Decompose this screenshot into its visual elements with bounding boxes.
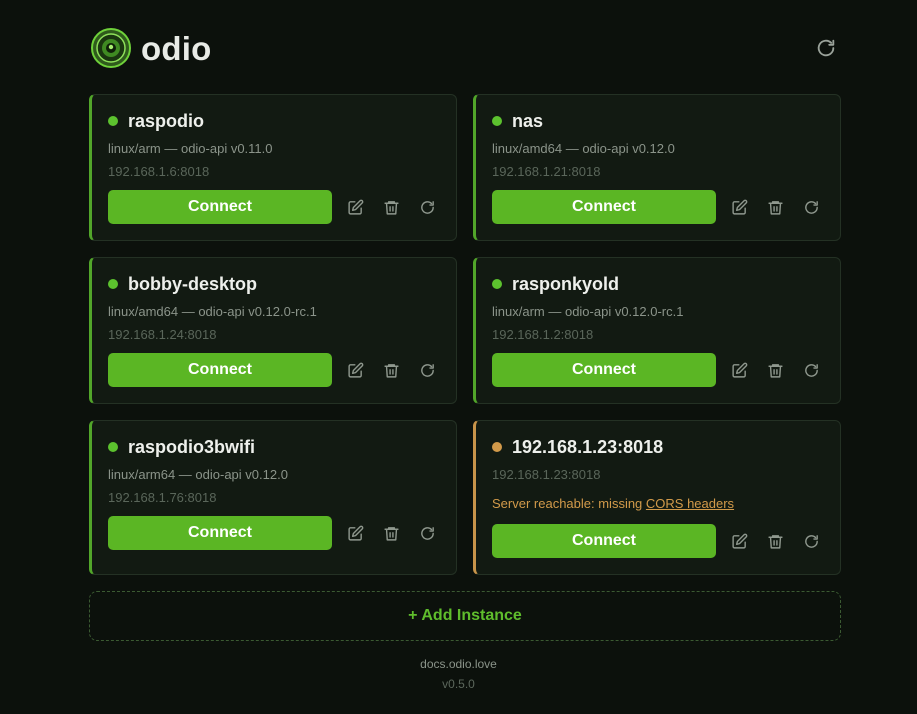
edit-icon[interactable] <box>729 360 749 380</box>
instance-name: raspodio <box>128 110 205 131</box>
edit-icon[interactable] <box>345 360 365 380</box>
refresh-icon[interactable] <box>801 360 821 380</box>
instance-name: rasponkyold <box>512 273 620 294</box>
instance-name: bobby-desktop <box>128 273 257 294</box>
refresh-icon[interactable] <box>417 197 437 217</box>
instance-card: nas linux/amd64 — odio-api v0.12.0 192.1… <box>473 94 841 241</box>
status-online-dot <box>492 116 502 126</box>
trash-icon[interactable] <box>381 197 401 217</box>
status-online-dot <box>108 116 118 126</box>
docs-link[interactable]: docs.odio.love <box>0 657 917 671</box>
warning-text: Server reachable: missing <box>492 496 646 511</box>
instance-name: raspodio3bwifi <box>128 436 256 457</box>
instance-meta: linux/arm — odio-api v0.11.0 <box>108 141 273 156</box>
instance-card: rasponkyold linux/arm — odio-api v0.12.0… <box>473 257 841 404</box>
refresh-icon[interactable] <box>417 523 437 543</box>
cors-warning: Server reachable: missing CORS headers <box>492 496 824 511</box>
trash-icon[interactable] <box>765 197 785 217</box>
trash-icon[interactable] <box>381 360 401 380</box>
instance-meta: linux/arm64 — odio-api v0.12.0 <box>108 467 288 482</box>
connect-button[interactable]: Connect <box>108 353 332 387</box>
instance-address: 192.168.1.2:8018 <box>492 327 594 342</box>
status-online-dot <box>108 279 118 289</box>
refresh-icon[interactable] <box>801 197 821 217</box>
edit-icon[interactable] <box>345 197 365 217</box>
app-title: odio <box>141 30 212 67</box>
instance-card-warning: 192.168.1.23:8018 192.168.1.23:8018 Serv… <box>473 420 841 575</box>
connect-button[interactable]: Connect <box>108 516 332 550</box>
connect-button[interactable]: Connect <box>492 524 716 558</box>
instance-meta: linux/arm — odio-api v0.12.0-rc.1 <box>492 304 684 319</box>
connect-button[interactable]: Connect <box>492 190 716 224</box>
instance-name: nas <box>512 110 544 131</box>
add-instance-button[interactable]: + Add Instance <box>89 591 841 641</box>
status-online-dot <box>492 279 502 289</box>
app-header: odio <box>89 27 841 69</box>
instance-card: bobby-desktop linux/amd64 — odio-api v0.… <box>89 257 457 404</box>
status-online-dot <box>108 442 118 452</box>
edit-icon[interactable] <box>729 197 749 217</box>
instance-card: raspodio3bwifi linux/arm64 — odio-api v0… <box>89 420 457 575</box>
trash-icon[interactable] <box>765 360 785 380</box>
instance-address: 192.168.1.6:8018 <box>108 164 210 179</box>
refresh-icon[interactable] <box>801 531 821 551</box>
instance-grid: raspodio linux/arm — odio-api v0.11.0 19… <box>89 94 841 575</box>
instance-address: 192.168.1.21:8018 <box>492 164 601 179</box>
status-warning-dot <box>492 442 502 452</box>
refresh-icon[interactable] <box>815 37 837 59</box>
version-label: v0.5.0 <box>442 677 475 691</box>
edit-icon[interactable] <box>729 531 749 551</box>
speaker-icon <box>91 28 131 68</box>
instance-meta: linux/amd64 — odio-api v0.12.0-rc.1 <box>108 304 317 319</box>
instance-address: 192.168.1.23:8018 <box>492 467 601 482</box>
instance-name: 192.168.1.23:8018 <box>512 436 664 457</box>
cors-headers-link[interactable]: CORS headers <box>646 496 734 511</box>
instance-address: 192.168.1.24:8018 <box>108 327 217 342</box>
instance-address: 192.168.1.76:8018 <box>108 490 217 505</box>
refresh-icon[interactable] <box>417 360 437 380</box>
connect-button[interactable]: Connect <box>492 353 716 387</box>
connect-button[interactable]: Connect <box>108 190 332 224</box>
trash-icon[interactable] <box>381 523 401 543</box>
trash-icon[interactable] <box>765 531 785 551</box>
edit-icon[interactable] <box>345 523 365 543</box>
instance-card: raspodio linux/arm — odio-api v0.11.0 19… <box>89 94 457 241</box>
instance-meta: linux/amd64 — odio-api v0.12.0 <box>492 141 675 156</box>
